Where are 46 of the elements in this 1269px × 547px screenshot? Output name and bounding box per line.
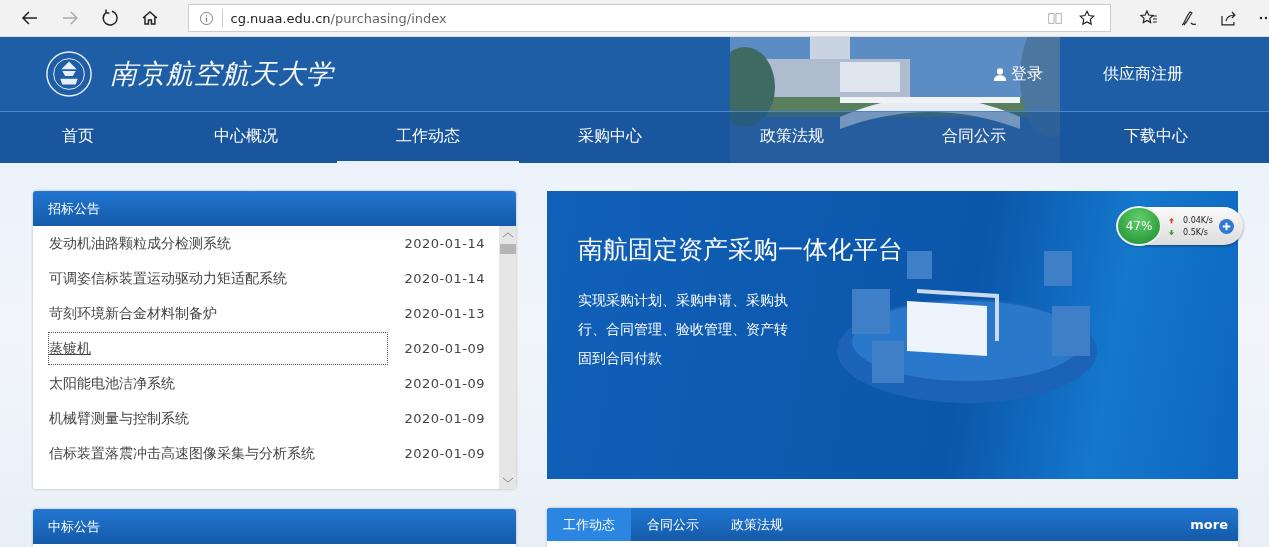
banner-text: 实现采购计划、采购申请、采购执 [578, 291, 789, 310]
notice-link[interactable]: 蒸镀机 [48, 332, 388, 365]
upload-arrow-icon [1168, 216, 1175, 224]
news-tab[interactable]: 政策法规 [715, 508, 799, 541]
banner-title: 南航固定资产采购一体化平台 [578, 234, 904, 266]
login-link[interactable]: 登录 [993, 63, 1043, 85]
notice-date: 2020-01-09 [404, 341, 485, 356]
nav-item[interactable]: 下载中心 [1065, 112, 1247, 163]
scroll-thumb[interactable] [499, 244, 516, 254]
supplier-register-link[interactable]: 供应商注册 [1103, 63, 1183, 85]
upload-speed: 0.04K/s [1183, 215, 1213, 225]
panel-title: 中标公告 [48, 517, 100, 536]
plus-icon[interactable] [1218, 218, 1234, 234]
star-icon[interactable] [1078, 9, 1097, 27]
notice-date: 2020-01-09 [404, 446, 485, 461]
nav-item[interactable]: 合同公示 [883, 112, 1065, 163]
notice-date: 2020-01-14 [404, 271, 485, 286]
download-arrow-icon [1168, 228, 1175, 236]
notice-link[interactable]: 发动机油路颗粒成分检测系统 [48, 227, 388, 260]
info-icon[interactable] [198, 10, 214, 26]
url-text: cg.nuaa.edu.cn/purchasing/index [230, 10, 448, 26]
nav-item[interactable]: 中心概况 [155, 112, 337, 163]
banner-text: 行、合同管理、验收管理、资产转 [578, 320, 789, 339]
download-speed: 0.5K/s [1183, 227, 1208, 237]
notice-date: 2020-01-14 [404, 236, 485, 251]
notice-link[interactable]: 可调姿信标装置运动驱动力矩适配系统 [48, 262, 388, 295]
nav-item[interactable]: 采购中心 [519, 112, 701, 163]
news-tab[interactable]: 合同公示 [631, 508, 715, 541]
notice-date: 2020-01-09 [404, 376, 485, 391]
panel-title: 招标公告 [48, 199, 100, 218]
nav-item[interactable]: 政策法规 [701, 112, 883, 163]
nav-item[interactable]: 工作动态 [337, 112, 519, 163]
user-icon [993, 67, 1007, 81]
nav-item[interactable]: 首页 [0, 112, 155, 163]
university-seal-icon [45, 50, 93, 98]
university-name: 南京航空航天大学 [110, 57, 334, 91]
notice-link[interactable]: 信标装置落震冲击高速图像采集与分析系统 [48, 437, 388, 470]
more-link[interactable]: more [1190, 508, 1228, 541]
notice-date: 2020-01-13 [404, 306, 485, 321]
notice-link[interactable]: 太阳能电池洁净系统 [48, 367, 388, 400]
news-tab[interactable]: 工作动态 [547, 508, 631, 541]
notice-link[interactable]: 机械臂测量与控制系统 [48, 402, 388, 435]
address-bar[interactable]: cg.nuaa.edu.cn/purchasing/index [187, 4, 1112, 32]
notice-date: 2020-01-09 [404, 411, 485, 426]
notice-link[interactable]: 苛刻环境新合金材料制备炉 [48, 297, 388, 330]
banner-text: 固到合同付款 [578, 349, 663, 368]
